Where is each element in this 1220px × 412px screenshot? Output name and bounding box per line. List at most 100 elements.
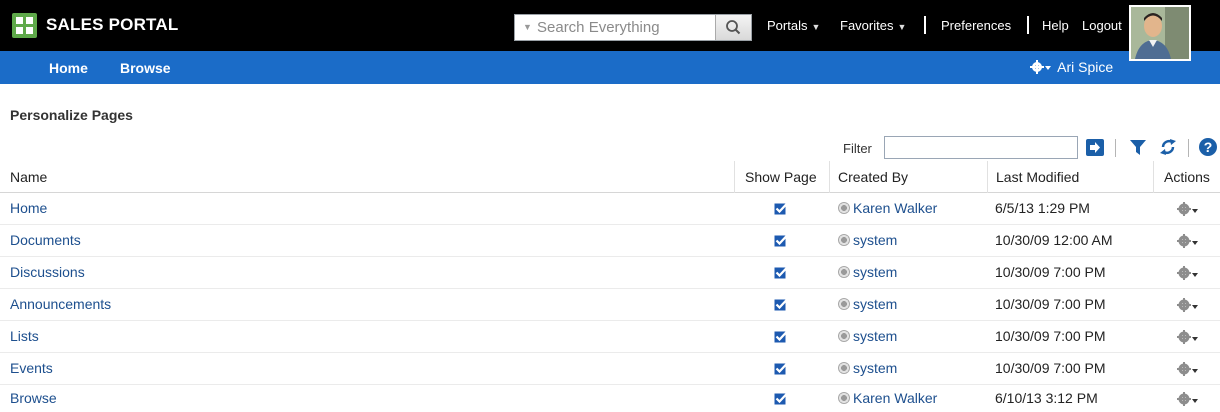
- user-status-icon: [838, 330, 850, 342]
- user-status-icon: [838, 392, 850, 404]
- gear-dropdown-icon[interactable]: [1176, 329, 1200, 345]
- page-name-link[interactable]: Announcements: [10, 289, 111, 320]
- divider: [1027, 16, 1029, 34]
- table-row[interactable]: Home Karen Walker 6/5/13 1:29 PM: [0, 193, 1220, 225]
- search-scope-dropdown-icon[interactable]: ▼: [523, 22, 532, 32]
- user-status-icon: [838, 362, 850, 374]
- checkbox-checked-icon[interactable]: [774, 392, 788, 405]
- last-modified-cell: 6/10/13 3:12 PM: [995, 390, 1098, 406]
- gear-dropdown-icon[interactable]: [1176, 265, 1200, 281]
- user-status-icon: [838, 234, 850, 246]
- created-by-cell[interactable]: system: [838, 289, 897, 320]
- column-header-show-page[interactable]: Show Page: [734, 161, 826, 193]
- table-row[interactable]: Documents system 10/30/09 12:00 AM: [0, 225, 1220, 257]
- favorites-menu[interactable]: Favorites ▼: [840, 18, 906, 33]
- toolbar-divider: [1115, 139, 1116, 157]
- table-header: Name Show Page Created By Last Modified …: [0, 161, 1220, 193]
- gear-dropdown-icon[interactable]: [1176, 297, 1200, 313]
- table-row[interactable]: Browse Karen Walker 6/10/13 3:12 PM: [0, 383, 1220, 412]
- column-header-name[interactable]: Name: [10, 161, 732, 193]
- column-header-last-modified[interactable]: Last Modified: [987, 161, 1152, 193]
- search-input[interactable]: [537, 17, 715, 38]
- created-by-link[interactable]: system: [853, 264, 897, 280]
- filter-go-button[interactable]: [1086, 139, 1104, 156]
- column-header-actions: Actions: [1153, 161, 1220, 193]
- page-title: Personalize Pages: [10, 107, 133, 123]
- last-modified-cell: 10/30/09 7:00 PM: [995, 328, 1106, 344]
- main-nav-bar: Home Browse Ari Spice: [0, 51, 1220, 84]
- page-name-link[interactable]: Events: [10, 353, 53, 384]
- portals-menu[interactable]: Portals ▼: [767, 18, 820, 33]
- created-by-link[interactable]: system: [853, 360, 897, 376]
- checkbox-checked-icon[interactable]: [774, 266, 788, 279]
- toolbar-divider: [1188, 139, 1189, 157]
- arrow-right-icon: [1090, 142, 1100, 153]
- search-box[interactable]: ▼: [514, 14, 752, 41]
- created-by-link[interactable]: system: [853, 328, 897, 344]
- portals-label: Portals: [767, 18, 808, 33]
- nav-browse[interactable]: Browse: [120, 60, 171, 76]
- created-by-cell[interactable]: Karen Walker: [838, 193, 937, 224]
- checkbox-checked-icon[interactable]: [774, 298, 788, 311]
- last-modified-cell: 10/30/09 12:00 AM: [995, 232, 1113, 248]
- gear-dropdown-icon[interactable]: [1176, 201, 1200, 217]
- last-modified-cell: 10/30/09 7:00 PM: [995, 360, 1106, 376]
- funnel-icon[interactable]: [1129, 137, 1147, 157]
- user-photo: [1131, 7, 1189, 59]
- checkbox-checked-icon[interactable]: [774, 330, 788, 343]
- page-name-link[interactable]: Discussions: [10, 257, 85, 288]
- page-name-link[interactable]: Browse: [10, 383, 57, 412]
- help-icon[interactable]: ?: [1198, 137, 1218, 157]
- table-row[interactable]: Discussions system 10/30/09 7:00 PM: [0, 257, 1220, 289]
- column-header-created-by[interactable]: Created By: [829, 161, 983, 193]
- gear-dropdown-icon[interactable]: [1176, 361, 1200, 377]
- table-row[interactable]: Announcements system 10/30/09 7:00 PM: [0, 289, 1220, 321]
- checkbox-checked-icon[interactable]: [774, 234, 788, 247]
- search-button[interactable]: [715, 15, 751, 40]
- divider: [924, 16, 926, 34]
- created-by-link[interactable]: Karen Walker: [853, 390, 937, 406]
- user-status-icon: [838, 202, 850, 214]
- logout-link[interactable]: Logout: [1082, 18, 1122, 33]
- gear-dropdown-icon[interactable]: [1176, 391, 1200, 407]
- last-modified-cell: 10/30/09 7:00 PM: [995, 296, 1106, 312]
- table-row[interactable]: Events system 10/30/09 7:00 PM: [0, 353, 1220, 385]
- created-by-cell[interactable]: Karen Walker: [838, 383, 937, 412]
- created-by-cell[interactable]: system: [838, 257, 897, 288]
- page-name-link[interactable]: Home: [10, 193, 47, 224]
- chevron-down-icon: ▼: [811, 22, 821, 32]
- user-menu[interactable]: Ari Spice: [1030, 59, 1113, 75]
- created-by-link[interactable]: system: [853, 232, 897, 248]
- filter-label: Filter: [843, 141, 872, 156]
- avatar[interactable]: [1129, 5, 1191, 61]
- help-link[interactable]: Help: [1042, 18, 1069, 33]
- refresh-icon[interactable]: [1159, 137, 1177, 157]
- svg-text:?: ?: [1204, 139, 1213, 155]
- checkbox-checked-icon[interactable]: [774, 202, 788, 215]
- user-status-icon: [838, 298, 850, 310]
- app-title[interactable]: SALES PORTAL: [46, 15, 178, 35]
- page-name-link[interactable]: Lists: [10, 321, 39, 352]
- checkbox-checked-icon[interactable]: [774, 362, 788, 375]
- preferences-link[interactable]: Preferences: [941, 18, 1011, 33]
- magnifier-icon: [726, 20, 741, 35]
- created-by-cell[interactable]: system: [838, 353, 897, 384]
- created-by-link[interactable]: Karen Walker: [853, 200, 937, 216]
- page-name-link[interactable]: Documents: [10, 225, 81, 256]
- chevron-down-icon: ▼: [897, 22, 907, 32]
- favorites-label: Favorites: [840, 18, 894, 33]
- last-modified-cell: 6/5/13 1:29 PM: [995, 200, 1090, 216]
- gear-dropdown-icon[interactable]: [1176, 233, 1200, 249]
- created-by-cell[interactable]: system: [838, 321, 897, 352]
- user-status-icon: [838, 266, 850, 278]
- created-by-cell[interactable]: system: [838, 225, 897, 256]
- created-by-link[interactable]: system: [853, 296, 897, 312]
- nav-home[interactable]: Home: [49, 60, 88, 76]
- last-modified-cell: 10/30/09 7:00 PM: [995, 264, 1106, 280]
- user-name: Ari Spice: [1057, 59, 1114, 75]
- gear-icon: [1030, 60, 1051, 74]
- grid-logo-icon[interactable]: [12, 13, 37, 38]
- filter-input[interactable]: [884, 136, 1078, 159]
- table-row[interactable]: Lists system 10/30/09 7:00 PM: [0, 321, 1220, 353]
- top-header-bar: SALES PORTAL ▼ Portals▼ Favorites▼ Prefe…: [0, 0, 1220, 51]
